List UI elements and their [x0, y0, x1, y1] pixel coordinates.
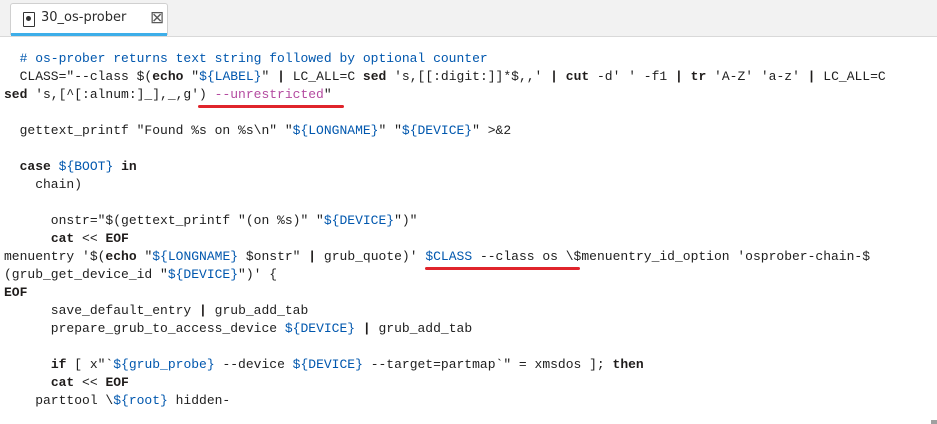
code-line[interactable]: onstr="$(gettext_printf "(on %s)" "${DEV…	[4, 213, 418, 228]
code-line[interactable]: if [ x"`${grub_probe} --device ${DEVICE}…	[4, 357, 644, 372]
code-line[interactable]: CLASS="--class $(echo "${LABEL}" | LC_AL…	[4, 69, 886, 84]
annotation-underline-unrestricted	[198, 105, 344, 108]
code-line[interactable]: cat << EOF	[4, 375, 129, 390]
code-line[interactable]: sed 's,[^[:alnum:]_],_,g') --unrestricte…	[4, 87, 332, 102]
code-view[interactable]: # os-prober returns text string followed…	[4, 50, 886, 410]
code-line[interactable]: # os-prober returns text string followed…	[4, 51, 488, 66]
code-editor[interactable]: # os-prober returns text string followed…	[0, 37, 937, 424]
code-line[interactable]: prepare_grub_to_access_device ${DEVICE} …	[4, 321, 472, 336]
active-tab-indicator	[11, 33, 167, 36]
annotation-underline-class-os	[425, 267, 580, 270]
code-line[interactable]: parttool \${root} hidden-	[4, 393, 230, 408]
code-line[interactable]: case ${BOOT} in	[4, 159, 137, 174]
code-line[interactable]: (grub_get_device_id "${DEVICE}")' {	[4, 267, 277, 282]
tab-title: 30_os-prober	[41, 10, 127, 25]
code-line[interactable]: chain)	[4, 177, 82, 192]
tab-bar: 30_os-prober ⊠	[0, 0, 937, 37]
tab-30-os-prober[interactable]: 30_os-prober ⊠	[10, 3, 168, 36]
code-line[interactable]: save_default_entry | grub_add_tab	[4, 303, 308, 318]
code-line[interactable]: menuentry '$(echo "${LONGNAME} $onstr" |…	[4, 249, 870, 264]
scrollbar-marker[interactable]	[931, 420, 937, 424]
close-icon[interactable]: ⊠	[150, 8, 164, 28]
code-line[interactable]: EOF	[4, 285, 27, 300]
code-line[interactable]: gettext_printf "Found %s on %s\n" "${LON…	[4, 123, 512, 138]
code-line[interactable]: cat << EOF	[4, 231, 129, 246]
file-icon	[23, 12, 35, 27]
